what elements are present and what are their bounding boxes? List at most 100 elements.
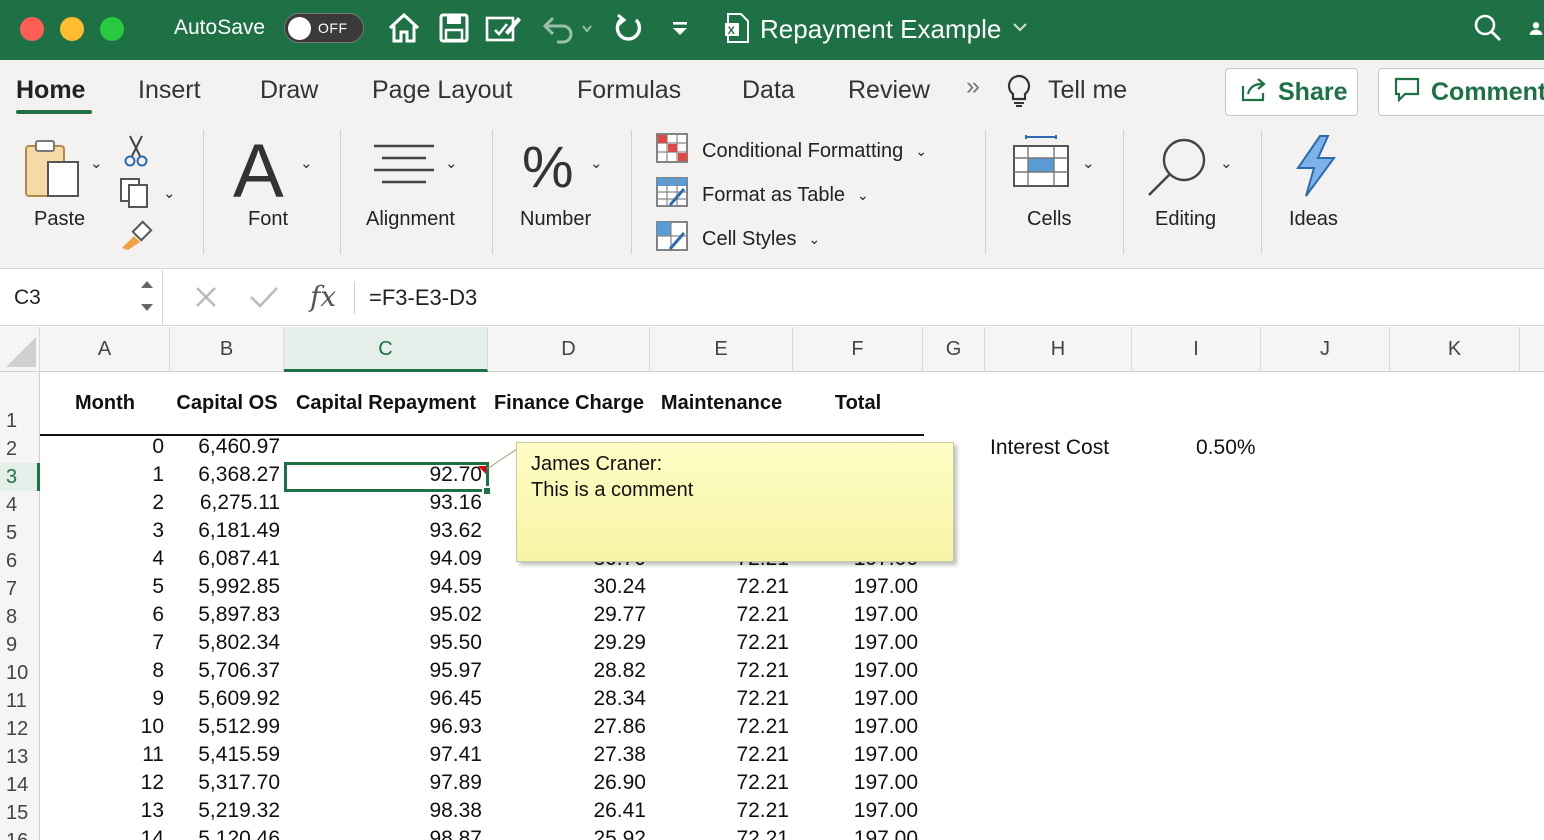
more-tabs-icon[interactable]: »: [966, 72, 980, 101]
cell-capital-repayment-11[interactable]: 97.41: [429, 743, 482, 767]
row-header-8[interactable]: 8: [0, 603, 40, 631]
cell-capital-repayment-13[interactable]: 98.38: [429, 799, 482, 823]
cell-finance-charge-9[interactable]: 28.34: [593, 687, 646, 711]
cell-capital-os-13[interactable]: 5,219.32: [198, 799, 280, 823]
edit-icon[interactable]: [484, 10, 524, 46]
copy-chevron-down-icon[interactable]: ⌄: [163, 184, 176, 202]
paste-icon[interactable]: [22, 138, 84, 205]
row-header-1[interactable]: 1: [0, 372, 40, 435]
cell-capital-repayment-14[interactable]: 98.87: [429, 827, 482, 840]
fill-handle[interactable]: [482, 486, 492, 496]
cell-total-12[interactable]: 197.00: [854, 771, 918, 795]
cell-capital-os-3[interactable]: 6,181.49: [198, 519, 280, 543]
row-header-5[interactable]: 5: [0, 519, 40, 547]
cancel-icon[interactable]: [193, 284, 219, 315]
name-box-stepper-icon[interactable]: [138, 276, 156, 321]
tell-me-input[interactable]: Tell me: [1048, 76, 1127, 105]
cell-finance-charge-7[interactable]: 29.29: [593, 631, 646, 655]
header-total[interactable]: Total: [793, 392, 923, 415]
insert-function-icon[interactable]: fx: [310, 280, 336, 313]
header-maintenance[interactable]: Maintenance: [650, 392, 793, 415]
cell-capital-os-8[interactable]: 5,706.37: [198, 659, 280, 683]
cell-months-7[interactable]: 7: [152, 631, 164, 655]
format-as-table-button[interactable]: Format as Table ⌄: [656, 177, 869, 212]
comment-indicator-icon[interactable]: [478, 466, 486, 474]
undo-icon[interactable]: [538, 10, 594, 46]
tab-draw[interactable]: Draw: [260, 76, 318, 105]
cell-finance-charge-5[interactable]: 30.24: [593, 575, 646, 599]
cell-capital-os-10[interactable]: 5,512.99: [198, 715, 280, 739]
column-header-k[interactable]: K: [1390, 327, 1520, 372]
cell-capital-os-4[interactable]: 6,087.41: [198, 547, 280, 571]
row-header-11[interactable]: 11: [0, 687, 40, 715]
interest-cost-value[interactable]: 0.50%: [1196, 436, 1256, 460]
zoom-window-button[interactable]: [100, 17, 124, 41]
row-header-9[interactable]: 9: [0, 631, 40, 659]
cell-months-11[interactable]: 11: [142, 743, 164, 767]
paste-chevron-down-icon[interactable]: ⌄: [90, 154, 103, 172]
redo-icon[interactable]: [610, 10, 646, 46]
cell-maintenance-10[interactable]: 72.21: [736, 715, 789, 739]
header-capital-repayment[interactable]: Capital Repayment: [284, 392, 488, 415]
header-capital-os[interactable]: Capital OS: [170, 392, 284, 415]
cell-months-0[interactable]: 0: [152, 435, 164, 459]
cell-total-9[interactable]: 197.00: [854, 687, 918, 711]
cell-capital-repayment-8[interactable]: 95.97: [429, 659, 482, 683]
column-header-d[interactable]: D: [488, 327, 650, 372]
cell-months-2[interactable]: 2: [152, 491, 164, 515]
column-header-g[interactable]: G: [923, 327, 985, 372]
cell-maintenance-6[interactable]: 72.21: [736, 603, 789, 627]
cells-icon[interactable]: [1010, 134, 1072, 197]
cell-finance-charge-8[interactable]: 28.82: [593, 659, 646, 683]
cell-capital-repayment-10[interactable]: 96.93: [429, 715, 482, 739]
row-header-4[interactable]: 4: [0, 491, 40, 519]
row-header-10[interactable]: 10: [0, 659, 40, 687]
tab-review[interactable]: Review: [848, 76, 930, 105]
cell-capital-os-14[interactable]: 5,120.46: [198, 827, 280, 840]
cell-capital-repayment-4[interactable]: 94.09: [429, 547, 482, 571]
header-finance-charge[interactable]: Finance Charge: [488, 392, 650, 415]
cell-months-1[interactable]: 1: [152, 463, 164, 487]
cell-maintenance-12[interactable]: 72.21: [736, 771, 789, 795]
column-header-j[interactable]: J: [1261, 327, 1390, 372]
cell-months-5[interactable]: 5: [152, 575, 164, 599]
tab-page-layout[interactable]: Page Layout: [372, 76, 512, 105]
cell-months-3[interactable]: 3: [152, 519, 164, 543]
document-title[interactable]: Repayment Example: [760, 14, 1001, 45]
cell-total-11[interactable]: 197.00: [854, 743, 918, 767]
magnifier-icon[interactable]: [1146, 136, 1210, 203]
close-window-button[interactable]: [20, 17, 44, 41]
row-header-2[interactable]: 2: [0, 435, 40, 463]
cell-months-8[interactable]: 8: [152, 659, 164, 683]
cell-maintenance-9[interactable]: 72.21: [736, 687, 789, 711]
cell-months-10[interactable]: 10: [141, 715, 164, 739]
column-header-i[interactable]: I: [1132, 327, 1261, 372]
cell-total-7[interactable]: 197.00: [854, 631, 918, 655]
column-header-h[interactable]: H: [985, 327, 1132, 372]
cut-icon[interactable]: [122, 134, 150, 173]
cell-months-4[interactable]: 4: [152, 547, 164, 571]
row-header-3[interactable]: 3: [0, 463, 40, 491]
column-header-b[interactable]: B: [170, 327, 284, 372]
cell-maintenance-14[interactable]: 72.21: [736, 827, 789, 840]
customize-icon[interactable]: [666, 10, 694, 46]
tab-formulas[interactable]: Formulas: [577, 76, 681, 105]
cell-capital-repayment-7[interactable]: 95.50: [429, 631, 482, 655]
alignment-chevron-down-icon[interactable]: ⌄: [445, 154, 458, 172]
row-header-12[interactable]: 12: [0, 715, 40, 743]
select-all-button[interactable]: [0, 327, 40, 372]
conditional-formatting-button[interactable]: Conditional Formatting ⌄: [656, 133, 927, 168]
number-chevron-down-icon[interactable]: ⌄: [590, 154, 603, 172]
interest-cost-label[interactable]: Interest Cost: [990, 436, 1109, 460]
cell-capital-os-2[interactable]: 6,275.11: [200, 491, 280, 515]
formula-input[interactable]: =F3-E3-D3: [369, 285, 477, 311]
cell-finance-charge-14[interactable]: 25.92: [593, 827, 646, 840]
cell-finance-charge-13[interactable]: 26.41: [593, 799, 646, 823]
row-header-13[interactable]: 13: [0, 743, 40, 771]
cell-capital-repayment-3[interactable]: 93.62: [429, 519, 482, 543]
cell-finance-charge-12[interactable]: 26.90: [593, 771, 646, 795]
cell-capital-os-1[interactable]: 6,368.27: [198, 463, 280, 487]
cell-total-10[interactable]: 197.00: [854, 715, 918, 739]
name-box[interactable]: C3: [0, 270, 163, 326]
enter-check-icon[interactable]: [248, 284, 280, 315]
